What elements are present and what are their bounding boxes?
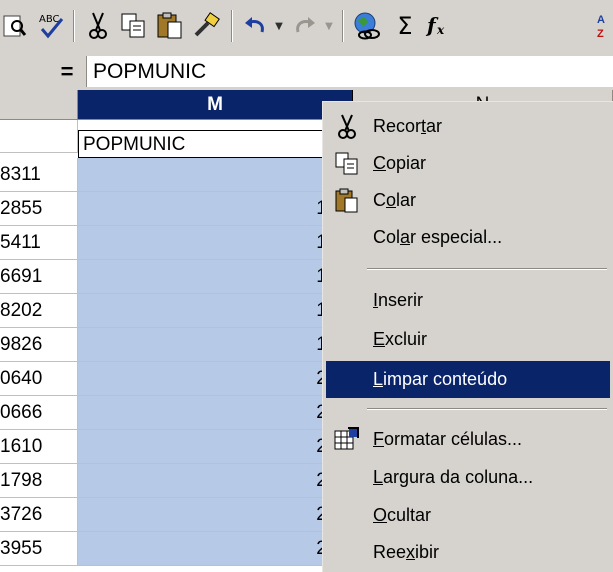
copy-icon: [334, 151, 360, 177]
cell-popmunic[interactable]: 198: [78, 328, 353, 362]
paste-function-icon[interactable]: f x: [424, 9, 456, 43]
spelling-icon[interactable]: ABC: [34, 9, 68, 43]
toolbar-separator: [231, 10, 233, 42]
menu-item-paste-special[interactable]: Colar especial...: [326, 219, 610, 256]
menu-item-label: Largura da coluna...: [373, 467, 534, 487]
cut-icon[interactable]: [82, 9, 114, 43]
menu-item-label: Formatar células...: [373, 429, 523, 449]
cell-left[interactable]: 3955: [0, 532, 78, 566]
scissors-icon: [334, 114, 360, 140]
cell-left[interactable]: 3726: [0, 498, 78, 532]
toolbar-separator: [73, 10, 75, 42]
autosum-icon[interactable]: Σ: [390, 9, 420, 43]
cell-popmunic[interactable]: 154: [78, 226, 353, 260]
cell-popmunic[interactable]: 166: [78, 260, 353, 294]
redo-dropdown-icon: ▼: [325, 20, 333, 32]
cell-left[interactable]: 8311: [0, 158, 78, 192]
paste-icon: [334, 188, 360, 214]
svg-text:ABC: ABC: [39, 14, 60, 25]
menu-separator: [367, 268, 607, 270]
print-preview-icon[interactable]: [0, 9, 30, 43]
menu-item-label: Limpar conteúdo: [373, 369, 508, 389]
column-header-L[interactable]: [0, 90, 78, 120]
undo-dropdown-icon[interactable]: ▼: [272, 9, 286, 43]
sort-ascending-icon[interactable]: A Z: [592, 9, 613, 43]
menu-item-label: Reexibir: [373, 542, 440, 562]
menu-item-format-cells[interactable]: Formatar células...: [326, 421, 610, 458]
menu-item-paste[interactable]: Colar: [326, 182, 610, 219]
menu-item-label: Recortar: [373, 116, 443, 136]
cell-left[interactable]: 1610: [0, 430, 78, 464]
cell-left[interactable]: 5411: [0, 226, 78, 260]
menu-item-column-width[interactable]: Largura da coluna...: [326, 459, 610, 496]
menu-item-cut[interactable]: Recortar: [326, 108, 610, 145]
menu-item-label: Copiar: [373, 153, 427, 173]
menu-item-label: Inserir: [373, 290, 424, 310]
cell-popmunic[interactable]: 239: [78, 532, 353, 566]
menu-item-label: Ocultar: [373, 505, 432, 525]
formula-equals-button[interactable]: =: [52, 58, 82, 85]
cell-left[interactable]: 0666: [0, 396, 78, 430]
standard-toolbar: ABC ▼ ▼ Σ f x A Z: [0, 0, 613, 54]
cell-popmunic[interactable]: 83: [78, 158, 353, 192]
menu-item-label: Colar especial...: [373, 227, 503, 247]
copy-icon[interactable]: [118, 9, 150, 43]
cell-header-popmunic[interactable]: POPMUNIC: [78, 130, 353, 158]
menu-item-unhide[interactable]: Reexibir: [326, 534, 610, 571]
menu-item-insert[interactable]: Inserir: [326, 282, 610, 319]
cell-popmunic[interactable]: 128: [78, 192, 353, 226]
column-header-M[interactable]: M: [78, 90, 353, 120]
menu-item-label: Excluir: [373, 329, 428, 349]
menu-item-hide[interactable]: Ocultar: [326, 497, 610, 534]
cell-popmunic[interactable]: 206: [78, 396, 353, 430]
cell-left[interactable]: 0640: [0, 362, 78, 396]
cell-popmunic[interactable]: 216: [78, 430, 353, 464]
formula-bar: = POPMUNIC: [0, 53, 613, 91]
cell-left[interactable]: 1798: [0, 464, 78, 498]
cell[interactable]: [0, 120, 78, 153]
svg-text:A: A: [597, 14, 605, 26]
format-painter-icon[interactable]: [190, 9, 224, 43]
cell-popmunic[interactable]: 206: [78, 362, 353, 396]
svg-text:Z: Z: [597, 28, 604, 40]
cell-popmunic[interactable]: 182: [78, 294, 353, 328]
menu-item-delete[interactable]: Excluir: [326, 321, 610, 358]
cell-left[interactable]: 2855: [0, 192, 78, 226]
menu-item-copy[interactable]: Copiar: [326, 145, 610, 182]
formula-input[interactable]: POPMUNIC: [86, 56, 613, 87]
svg-text:x: x: [436, 23, 445, 37]
format-cells-icon: [334, 427, 360, 453]
menu-separator: [367, 408, 607, 410]
context-menu: Recortar Copiar Colar Colar especial... …: [322, 101, 613, 572]
paste-icon[interactable]: [154, 9, 186, 43]
redo-icon: [290, 9, 320, 43]
cell-left[interactable]: 8202: [0, 294, 78, 328]
undo-icon[interactable]: [240, 9, 270, 43]
menu-item-label: Colar: [373, 190, 417, 210]
cell-popmunic[interactable]: 237: [78, 498, 353, 532]
cell-left[interactable]: 6691: [0, 260, 78, 294]
toolbar-separator: [342, 10, 344, 42]
cell-popmunic[interactable]: 217: [78, 464, 353, 498]
menu-item-clear-contents[interactable]: Limpar conteúdo: [326, 361, 610, 398]
insert-hyperlink-icon[interactable]: [350, 9, 384, 43]
cell-left[interactable]: 9826: [0, 328, 78, 362]
